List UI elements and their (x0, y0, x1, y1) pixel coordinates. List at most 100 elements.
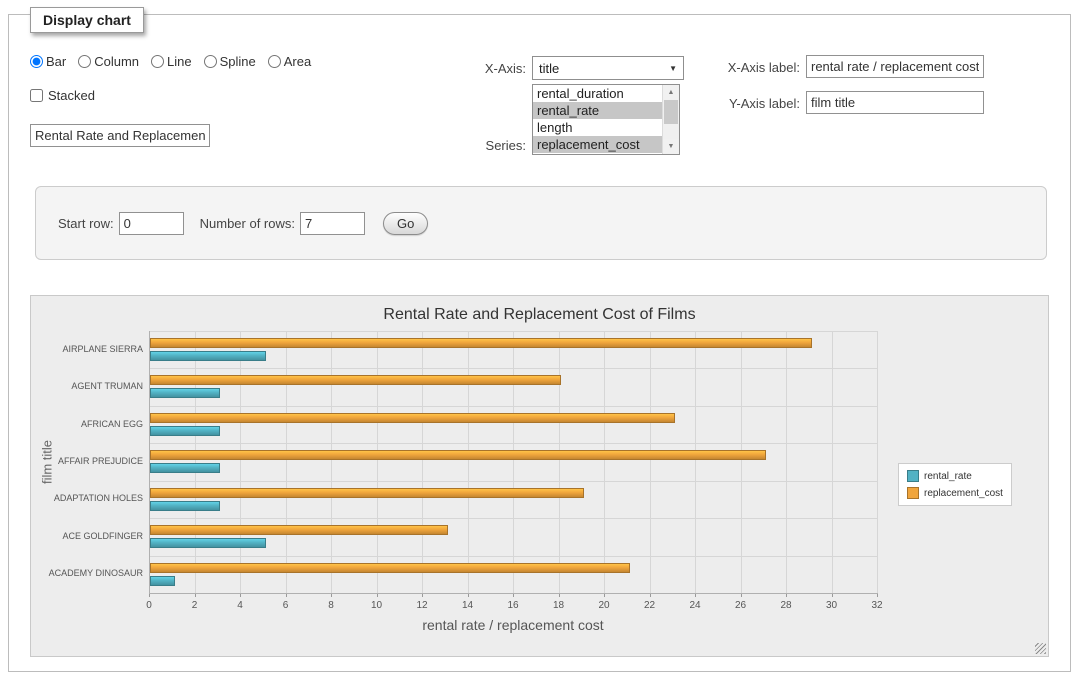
bar-rental_rate (150, 388, 220, 398)
chart-type-option-area: Area (268, 54, 311, 69)
category-label: AGENT TRUMAN (29, 381, 143, 391)
series-multiselect[interactable]: rental_durationrental_ratelengthreplacem… (532, 84, 680, 155)
x-tick-label: 28 (771, 600, 801, 611)
chart-type-option-column: Column (78, 54, 139, 69)
category-label: ACADEMY DINOSAUR (29, 568, 143, 578)
chart-type-radio-bar[interactable] (30, 55, 43, 68)
x-tick-label: 30 (817, 600, 847, 611)
chart-type-radio-line[interactable] (151, 55, 164, 68)
chart-type-radio-area[interactable] (268, 55, 281, 68)
bar-replacement_cost (150, 525, 448, 535)
x-tick-label: 20 (589, 600, 619, 611)
chart-type-radio-label[interactable]: Area (284, 54, 311, 69)
bar-rental_rate (150, 538, 266, 548)
stacked-option: Stacked (30, 88, 95, 103)
bar-replacement_cost (150, 375, 561, 385)
x-tick-label: 26 (726, 600, 756, 611)
series-option-replacement_cost[interactable]: replacement_cost (533, 136, 662, 153)
bar-rental_rate (150, 351, 266, 361)
gridline-vertical (377, 331, 378, 593)
chart-type-radio-group: Bar Column Line Spline Area (30, 54, 311, 69)
row-controls-panel: Start row: Number of rows: Go (35, 186, 1047, 260)
gridline-vertical (832, 331, 833, 593)
category-label: AFFAIR PREJUDICE (29, 456, 143, 466)
x-axis-label-input[interactable] (806, 55, 984, 78)
x-axis-field-label: X-Axis: (430, 61, 526, 76)
gridline-vertical (604, 331, 605, 593)
go-button[interactable]: Go (383, 212, 428, 235)
category-label: ADAPTATION HOLES (29, 493, 143, 503)
legend-swatch-icon (907, 487, 919, 499)
bar-replacement_cost (150, 488, 584, 498)
x-tick-label: 8 (316, 600, 346, 611)
series-option-list: rental_durationrental_ratelengthreplacem… (533, 85, 662, 154)
bar-replacement_cost (150, 450, 766, 460)
x-tick-label: 4 (225, 600, 255, 611)
bar-replacement_cost (150, 413, 675, 423)
scrollbar[interactable]: ▲ ▼ (662, 85, 679, 154)
gridline-vertical (786, 331, 787, 593)
gridline-vertical (422, 331, 423, 593)
bar-rental_rate (150, 463, 220, 473)
bar-rental_rate (150, 426, 220, 436)
x-tick-label: 24 (680, 600, 710, 611)
y-axis-line (149, 331, 150, 593)
x-tick-label: 2 (180, 600, 210, 611)
chart-type-option-line: Line (151, 54, 192, 69)
legend-item-rental_rate[interactable]: rental_rate (907, 470, 1003, 482)
bar-rental_rate (150, 501, 220, 511)
legend-swatch-icon (907, 470, 919, 482)
series-option-rental_duration[interactable]: rental_duration (533, 85, 662, 102)
x-axis-line (149, 593, 878, 594)
chart-type-radio-label[interactable]: Column (94, 54, 139, 69)
chart-type-radio-spline[interactable] (204, 55, 217, 68)
bar-rental_rate (150, 576, 175, 586)
x-tick-label: 12 (407, 600, 437, 611)
scroll-up-icon[interactable]: ▲ (663, 85, 679, 100)
x-tick-label: 10 (362, 600, 392, 611)
series-option-length[interactable]: length (533, 119, 662, 136)
scroll-down-icon[interactable]: ▼ (663, 139, 679, 154)
chart-title: Rental Rate and Replacement Cost of Film… (31, 306, 1048, 324)
legend-item-replacement_cost[interactable]: replacement_cost (907, 487, 1003, 499)
x-axis-select[interactable]: title ▼ (532, 56, 684, 80)
stacked-checkbox[interactable] (30, 89, 43, 102)
gridline-vertical (195, 331, 196, 593)
series-option-rental_rate[interactable]: rental_rate (533, 102, 662, 119)
chart-type-radio-label[interactable]: Bar (46, 54, 66, 69)
y-axis-label-input[interactable] (806, 91, 984, 114)
scrollbar-thumb[interactable] (664, 100, 678, 124)
x-tick-label: 32 (862, 600, 892, 611)
x-tick-label: 22 (635, 600, 665, 611)
dropdown-arrow-icon: ▼ (669, 64, 677, 73)
x-axis-selected-value: title (539, 61, 559, 76)
category-label: ACE GOLDFINGER (29, 531, 143, 541)
series-field-label: Series: (430, 138, 526, 153)
resize-handle-icon[interactable] (1035, 643, 1046, 654)
legend-label: replacement_cost (924, 488, 1003, 499)
chart-x-axis-title: rental rate / replacement cost (149, 617, 877, 633)
gridline-vertical (468, 331, 469, 593)
chart-type-radio-column[interactable] (78, 55, 91, 68)
start-row-input[interactable] (119, 212, 184, 235)
stacked-label[interactable]: Stacked (48, 88, 95, 103)
gridline-vertical (559, 331, 560, 593)
chart-legend: rental_rate replacement_cost (898, 463, 1012, 506)
x-tick-label: 16 (498, 600, 528, 611)
gridline-vertical (877, 331, 878, 593)
bar-replacement_cost (150, 563, 630, 573)
number-of-rows-input[interactable] (300, 212, 365, 235)
start-row-label: Start row: (58, 216, 114, 231)
chart-type-radio-label[interactable]: Spline (220, 54, 256, 69)
gridline-vertical (286, 331, 287, 593)
chart-title-input[interactable] (30, 124, 210, 147)
chart-type-radio-label[interactable]: Line (167, 54, 192, 69)
gridline-vertical (741, 331, 742, 593)
gridline-vertical (513, 331, 514, 593)
gridline-vertical (650, 331, 651, 593)
x-tick-label: 18 (544, 600, 574, 611)
number-of-rows-label: Number of rows: (200, 216, 295, 231)
chart-type-option-spline: Spline (204, 54, 256, 69)
x-tick-label: 6 (271, 600, 301, 611)
x-tick-label: 14 (453, 600, 483, 611)
